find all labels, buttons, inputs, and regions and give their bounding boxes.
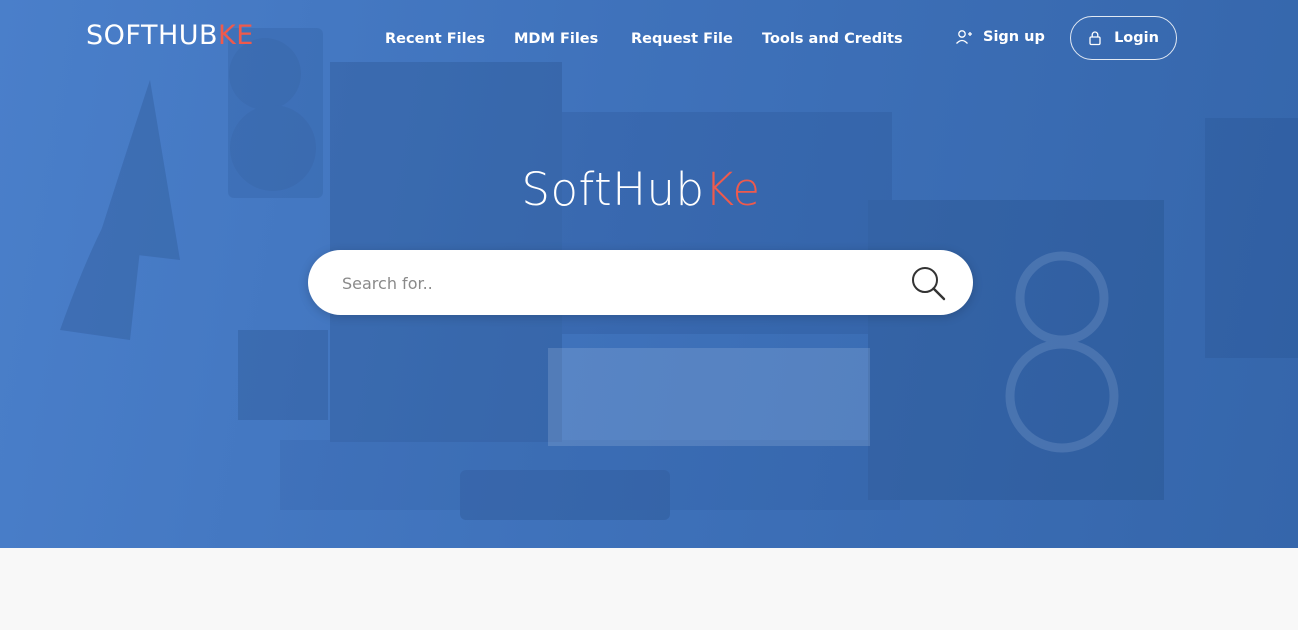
lock-icon [1089, 31, 1101, 46]
hero-title-accent: Ke [704, 163, 761, 216]
search-bar [308, 250, 973, 317]
search-icon[interactable] [908, 264, 948, 302]
nav-link-mdm-files[interactable]: MDM Files [514, 31, 598, 47]
nav-link-recent-files[interactable]: Recent Files [385, 31, 485, 47]
hero-title-main: SoftHub [521, 163, 705, 216]
signup-button[interactable]: Sign up [955, 29, 1045, 45]
hero-section: SOFTHUBKE Recent Files MDM Files Request… [0, 0, 1298, 548]
search-input[interactable] [340, 250, 904, 317]
login-label: Login [1114, 30, 1159, 46]
login-button[interactable]: Login [1070, 16, 1177, 60]
nav-link-request-file[interactable]: Request File [631, 31, 733, 47]
nav-link-tools-and-credits[interactable]: Tools and Credits [762, 31, 903, 47]
logo-accent-text: KE [218, 20, 254, 51]
hero-title: SoftHubKe [0, 163, 1282, 216]
site-logo[interactable]: SOFTHUBKE [86, 20, 254, 51]
logo-main-text: SOFTHUB [86, 20, 219, 51]
user-plus-icon [956, 30, 972, 44]
signup-label: Sign up [983, 29, 1045, 45]
